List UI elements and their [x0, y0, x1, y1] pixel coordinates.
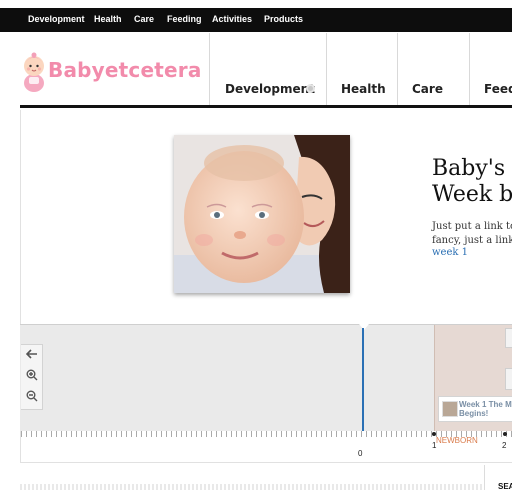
main-nav-development[interactable]: Development [209, 33, 326, 106]
feature-photo [174, 135, 350, 293]
top-nav-care[interactable]: Care [134, 14, 154, 24]
hero-title: Baby's Week b [432, 156, 512, 208]
event-peek-middle [505, 368, 512, 390]
back-arrow-icon[interactable] [25, 348, 39, 362]
site-logo[interactable]: Babyetcetera [22, 50, 202, 94]
top-nav-products[interactable]: Products [264, 14, 303, 24]
main-nav-health[interactable]: Health [326, 33, 397, 106]
hero-description: Just put a link to fancy, just a link. [432, 220, 512, 248]
main-nav-care-label: Care [412, 82, 443, 96]
hero-title-line2: Week b [432, 182, 512, 207]
top-nav-bar: Development Health Care Feeding Activiti… [0, 8, 512, 32]
gear-icon [306, 84, 315, 93]
ruler-label-two: 2 [502, 441, 507, 450]
event-peek-top [505, 328, 512, 348]
hero-title-line1: Baby's [432, 156, 506, 181]
ruler-label-zero: 0 [358, 449, 363, 458]
mother-baby-image [174, 135, 350, 293]
event-title-line1: Week 1 The M [459, 400, 512, 409]
top-nav-health[interactable]: Health [94, 14, 122, 24]
event-title: Week 1 The M Begins! [459, 400, 512, 418]
logo-text: Babyetcetera [48, 58, 202, 82]
newborn-label: NEWBORN [436, 436, 478, 445]
main-nav-care[interactable]: Care [397, 33, 469, 106]
zoom-out-icon[interactable] [25, 390, 39, 404]
header-rule [20, 105, 512, 108]
timeline-current-line[interactable] [362, 328, 364, 432]
page: Development Health Care Feeding Activiti… [0, 0, 512, 490]
zoom-in-icon[interactable] [25, 369, 39, 383]
event-title-line2: Begins! [459, 409, 489, 418]
event-thumbnail [442, 401, 458, 417]
main-nav-health-label: Health [341, 82, 386, 96]
sidebar-search-label: SEA [498, 482, 512, 490]
ruler-dot-2 [503, 432, 507, 436]
week-link[interactable]: week 1 [432, 247, 468, 258]
main-nav-feeding-label: Feedi [484, 82, 512, 96]
bottom-pattern [20, 484, 484, 490]
main-nav-development-label: Development [225, 82, 315, 96]
hero-description-line1: Just put a link to [432, 221, 512, 232]
hero-description-line2: fancy, just a link. [432, 235, 512, 246]
timeline-pointer [359, 324, 369, 330]
timeline-event-card[interactable]: Week 1 The M Begins! [438, 396, 512, 422]
main-nav: Development Health Care Feedi [209, 33, 512, 106]
baby-mascot-icon [24, 52, 44, 92]
zoom-controls [21, 344, 43, 410]
top-nav-development[interactable]: Development [28, 14, 85, 24]
top-nav-feeding[interactable]: Feeding [167, 14, 202, 24]
top-nav-activities[interactable]: Activities [212, 14, 252, 24]
main-nav-feeding[interactable]: Feedi [469, 33, 512, 106]
